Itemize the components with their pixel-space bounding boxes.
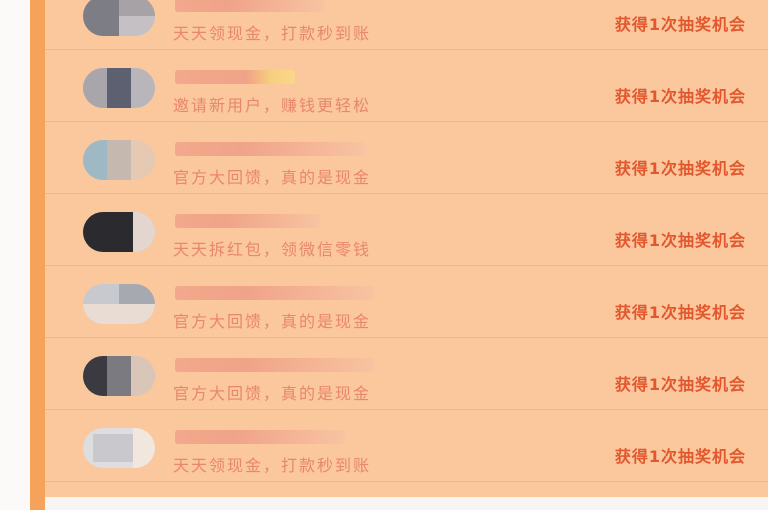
list-item: 天天拆红包，领微信零钱 获得1次抽奖机会 (45, 194, 768, 266)
avatar (83, 0, 155, 36)
row-reward: 获得1次抽奖机会 (614, 159, 746, 178)
row-description: 官方大回馈，真的是现金 (173, 384, 372, 403)
screen: 天天领现金，打款秒到账 获得1次抽奖机会 邀请新用户，赚钱更轻松 获得1次抽奖机… (0, 0, 768, 510)
list-item: 邀请新用户，赚钱更轻松 获得1次抽奖机会 (45, 50, 768, 122)
avatar (83, 212, 155, 252)
lottery-record-panel: 天天领现金，打款秒到账 获得1次抽奖机会 邀请新用户，赚钱更轻松 获得1次抽奖机… (45, 0, 768, 510)
avatar (83, 140, 155, 180)
row-description: 官方大回馈，真的是现金 (173, 168, 372, 187)
avatar-pixel (119, 284, 155, 304)
list-item: 官方大回馈，真的是现金 获得1次抽奖机会 (45, 122, 768, 194)
avatar-pixel (83, 212, 133, 252)
avatar-pixel (131, 356, 155, 396)
avatar-pixel (119, 0, 155, 16)
row-description: 天天领现金，打款秒到账 (173, 456, 372, 475)
row-description: 邀请新用户，赚钱更轻松 (173, 96, 372, 115)
list-item: 天天领现金，打款秒到账 获得1次抽奖机会 (45, 410, 768, 482)
avatar (83, 356, 155, 396)
row-description: 官方大回馈，真的是现金 (173, 312, 372, 331)
blurred-username (175, 286, 375, 300)
panel-bottom-gap (45, 497, 768, 510)
avatar-pixel (133, 428, 155, 468)
left-margin (0, 0, 30, 510)
avatar-pixel (107, 68, 131, 108)
avatar-pixel (131, 68, 155, 108)
row-reward: 获得1次抽奖机会 (614, 87, 746, 106)
blurred-username (175, 70, 295, 84)
row-reward: 获得1次抽奖机会 (614, 375, 746, 394)
row-reward: 获得1次抽奖机会 (614, 447, 746, 466)
avatar-pixel (83, 0, 119, 36)
row-reward: 获得1次抽奖机会 (614, 231, 746, 250)
record-list: 天天领现金，打款秒到账 获得1次抽奖机会 邀请新用户，赚钱更轻松 获得1次抽奖机… (45, 0, 768, 482)
avatar (83, 68, 155, 108)
row-description: 天天领现金，打款秒到账 (173, 24, 372, 43)
avatar-pixel (107, 356, 131, 396)
blurred-username (175, 214, 320, 228)
avatar-pixel (107, 140, 131, 180)
blurred-username (175, 142, 365, 156)
list-item: 官方大回馈，真的是现金 获得1次抽奖机会 (45, 338, 768, 410)
avatar-pixel (83, 284, 119, 304)
blurred-username (175, 358, 375, 372)
avatar-pixel (119, 16, 155, 36)
avatar-pixel (131, 140, 155, 180)
avatar-pixel (133, 212, 155, 252)
blurred-username (175, 0, 325, 12)
row-reward: 获得1次抽奖机会 (614, 15, 746, 34)
list-item: 官方大回馈，真的是现金 获得1次抽奖机会 (45, 266, 768, 338)
avatar-pixel (93, 434, 133, 462)
row-description: 天天拆红包，领微信零钱 (173, 240, 372, 259)
list-item: 天天领现金，打款秒到账 获得1次抽奖机会 (45, 0, 768, 50)
avatar (83, 284, 155, 324)
avatar (83, 428, 155, 468)
panel-edge-bar (30, 0, 45, 510)
avatar-pixel (83, 356, 107, 396)
row-reward: 获得1次抽奖机会 (614, 303, 746, 322)
avatar-pixel (83, 304, 155, 324)
avatar-pixel (83, 140, 107, 180)
avatar-pixel (83, 68, 107, 108)
blurred-username (175, 430, 345, 444)
